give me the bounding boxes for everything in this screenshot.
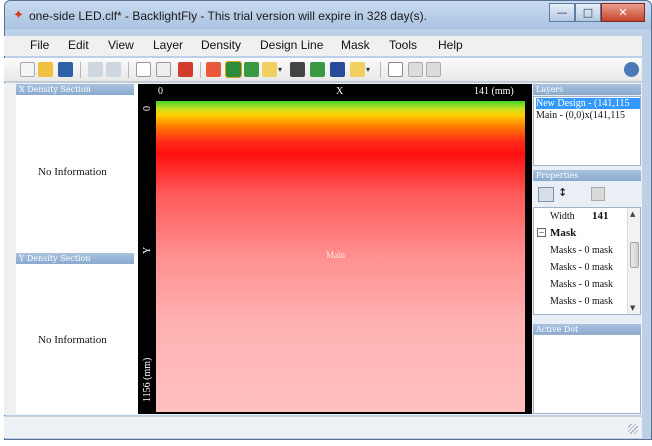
export-icon[interactable] <box>290 62 305 77</box>
properties-toolbar: ↕ <box>533 183 641 207</box>
property-pages-icon[interactable] <box>591 187 605 201</box>
property-category: Mask <box>550 227 577 239</box>
property-scrollbar[interactable]: ▲ ▼ <box>627 208 640 314</box>
chevron-down-icon[interactable]: ▾ <box>366 62 374 77</box>
property-name: Masks - 0 mask <box>550 245 614 256</box>
menu-mask[interactable]: Mask <box>341 38 370 52</box>
property-name: Width <box>550 211 575 222</box>
layer-item-main[interactable]: Main - (0,0)x(141,115 <box>536 110 640 121</box>
chevron-down-icon[interactable]: ▾ <box>278 62 286 77</box>
active-dot-panel <box>533 334 641 414</box>
y-max-label: 1156 (mm) <box>142 357 153 402</box>
open-folder-icon[interactable] <box>38 62 53 77</box>
property-name: Masks - 0 mask <box>550 296 614 307</box>
property-row[interactable]: Masks - 0 mask <box>534 293 628 310</box>
layer-item-new-design[interactable]: New Design - (141,115 <box>536 98 640 109</box>
toolbar-separator <box>380 62 381 78</box>
menu-file[interactable]: File <box>30 38 49 52</box>
property-grid: Width 141 – Mask Masks - 0 mask Masks - … <box>533 207 641 315</box>
list-icon[interactable] <box>426 62 441 77</box>
status-bar <box>4 416 642 438</box>
layers-header: Layers <box>533 84 641 95</box>
zoom-icon[interactable] <box>156 62 171 77</box>
x-max-label: 141 (mm) <box>474 86 514 97</box>
y-density-info: No Information <box>38 334 107 346</box>
toolbar-separator <box>128 62 129 78</box>
menu-help[interactable]: Help <box>438 38 463 52</box>
chart-icon[interactable] <box>388 62 403 77</box>
mask-icon[interactable] <box>244 62 259 77</box>
lock-icon[interactable] <box>262 62 277 77</box>
undo-icon[interactable] <box>88 62 103 77</box>
scroll-thumb[interactable] <box>630 242 639 268</box>
redo-icon[interactable] <box>106 62 121 77</box>
property-name: Masks - 0 mask <box>550 262 614 273</box>
property-row[interactable]: Masks - 0 mask <box>534 242 628 259</box>
layer-icon[interactable] <box>178 62 193 77</box>
table-icon[interactable] <box>408 62 423 77</box>
y-density-header: Y Density Section <box>16 253 134 264</box>
toolbar-separator <box>200 62 201 78</box>
select-icon[interactable] <box>136 62 151 77</box>
property-row[interactable]: Masks - 0 mask <box>534 276 628 293</box>
toolbar: ▾ ▾ <box>4 58 642 82</box>
help-globe-icon[interactable] <box>624 62 639 77</box>
menu-layer[interactable]: Layer <box>153 38 183 52</box>
density-section-pane: X Density Section No Information Y Densi… <box>16 84 150 414</box>
app-logo-icon: ✦ <box>13 8 24 23</box>
df-icon[interactable] <box>330 62 345 77</box>
title-bar[interactable]: ✦ one-side LED.clf* - BacklightFly - Thi… <box>5 1 651 29</box>
menu-tools[interactable]: Tools <box>389 38 417 52</box>
close-button[interactable]: ✕ <box>601 3 645 22</box>
x-origin-label: 0 <box>158 86 163 97</box>
fill-icon[interactable] <box>225 61 242 78</box>
layers-list: New Design - (141,115 Main - (0,0)x(141,… <box>533 96 641 166</box>
x-axis-label: X <box>336 86 344 97</box>
scroll-up-icon[interactable]: ▲ <box>630 210 635 218</box>
scroll-down-icon[interactable]: ▼ <box>630 304 635 312</box>
dot-icon[interactable] <box>310 62 325 77</box>
window-title: one-side LED.clf* - BacklightFly - This … <box>29 9 427 23</box>
menu-design-line[interactable]: Design Line <box>260 38 323 52</box>
collapse-icon[interactable]: – <box>537 228 546 237</box>
properties-header: Properties <box>533 170 641 181</box>
x-density-info: No Information <box>38 166 107 178</box>
y-origin-label: 0 <box>142 106 153 111</box>
grid-icon[interactable] <box>206 62 221 77</box>
resize-grip-icon[interactable] <box>628 424 638 434</box>
new-file-icon[interactable] <box>20 62 35 77</box>
save-icon[interactable] <box>58 62 73 77</box>
window-controls: — □ ✕ <box>549 3 645 23</box>
property-category-row[interactable]: – Mask <box>534 225 628 242</box>
maximize-button[interactable]: □ <box>575 3 601 22</box>
menu-edit[interactable]: Edit <box>68 38 89 52</box>
sort-alphabetical-icon[interactable]: ↕ <box>558 186 567 199</box>
x-density-header: X Density Section <box>16 84 134 95</box>
property-row[interactable]: Width 141 <box>534 208 628 225</box>
lock-icon[interactable] <box>350 62 365 77</box>
menu-bar: File Edit View Layer Density Design Line… <box>4 36 642 56</box>
property-row[interactable]: Masks - 0 mask <box>534 259 628 276</box>
toolbar-separator <box>80 62 81 78</box>
layer-main-label: Main <box>326 250 345 260</box>
property-name: Masks - 0 mask <box>550 279 614 290</box>
menu-view[interactable]: View <box>108 38 134 52</box>
y-axis-label: Y <box>142 246 153 254</box>
property-value[interactable]: 141 <box>592 210 609 222</box>
categorized-icon[interactable] <box>538 187 554 202</box>
menu-density[interactable]: Density <box>201 38 241 52</box>
minimize-button[interactable]: — <box>549 3 575 22</box>
